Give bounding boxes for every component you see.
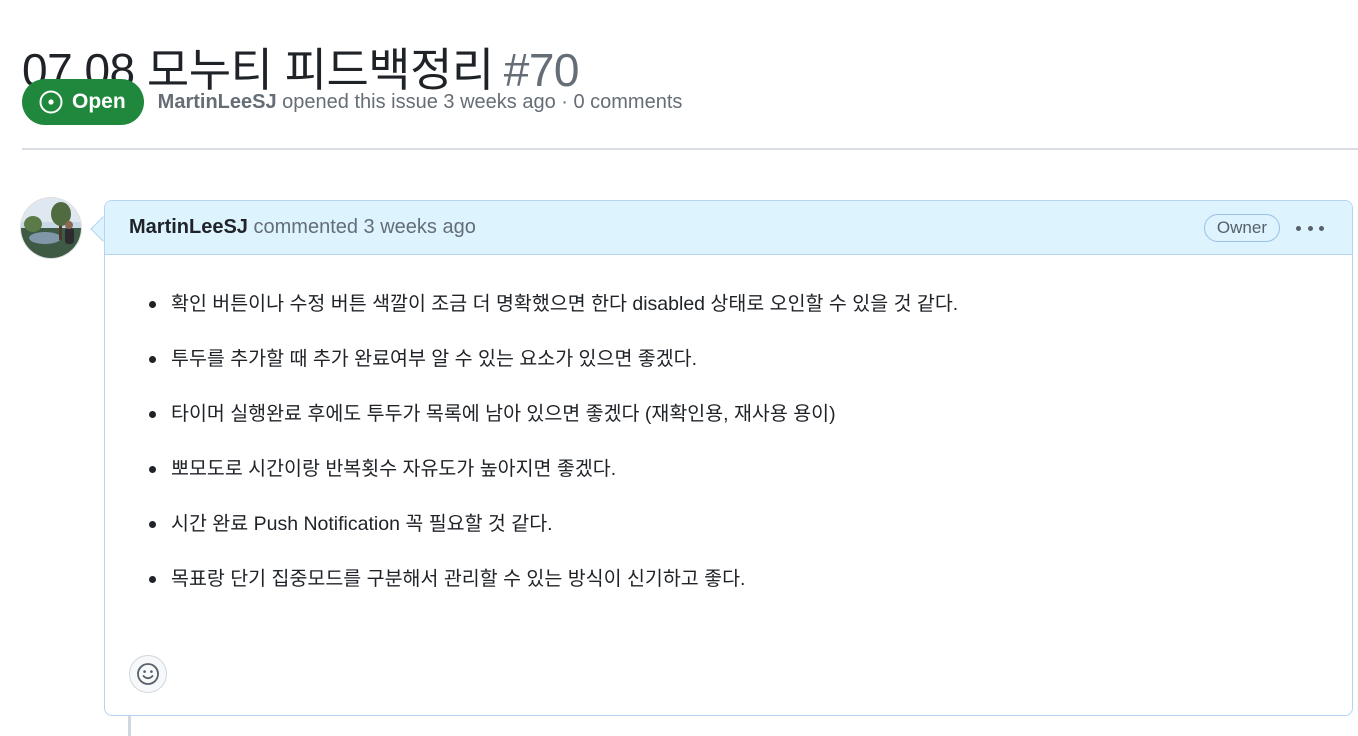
- feedback-list: 확인 버튼이나 수정 버튼 색깔이 조금 더 명확했으면 한다 disabled…: [149, 289, 1352, 594]
- list-item: 목표랑 단기 집중모드를 구분해서 관리할 수 있는 방식이 신기하고 좋다.: [149, 564, 1352, 594]
- list-item: 투두를 추가할 때 추가 완료여부 알 수 있는 요소가 있으면 좋겠다.: [149, 344, 1352, 374]
- issue-state-label: Open: [72, 90, 126, 113]
- avatar[interactable]: [21, 198, 81, 258]
- comment-body: 확인 버튼이나 수정 버튼 색깔이 조금 더 명확했으면 한다 disabled…: [105, 255, 1352, 594]
- list-item: 시간 완료 Push Notification 꼭 필요할 것 같다.: [149, 509, 1352, 539]
- comment-author-link[interactable]: MartinLeeSJ: [129, 216, 248, 238]
- timeline-line: [128, 716, 131, 736]
- list-item: 뽀모도로 시간이랑 반복횟수 자유도가 높아지면 좋겠다.: [149, 454, 1352, 484]
- comment-box: MartinLeeSJ commented 3 weeks ago Owner …: [104, 200, 1353, 716]
- issue-meta-text: MartinLeeSJ opened this issue 3 weeks ag…: [158, 91, 683, 114]
- kebab-horizontal-icon[interactable]: [1296, 217, 1324, 239]
- avatar-image: [21, 198, 81, 258]
- issue-author-link[interactable]: MartinLeeSJ: [158, 91, 277, 113]
- issue-meta: Open MartinLeeSJ opened this issue 3 wee…: [22, 78, 682, 126]
- list-item: 확인 버튼이나 수정 버튼 색깔이 조금 더 명확했으면 한다 disabled…: [149, 289, 1352, 319]
- comment-header: MartinLeeSJ commented 3 weeks ago Owner: [105, 201, 1352, 255]
- issue-opened-icon: [39, 90, 63, 114]
- smiley-icon: [137, 663, 159, 685]
- issue-state-badge: Open: [22, 79, 144, 125]
- list-item: 타이머 실행완료 후에도 투두가 목록에 남아 있으면 좋겠다 (재확인용, 재…: [149, 399, 1352, 429]
- kebab-dot: [1307, 225, 1313, 231]
- header-divider: [22, 148, 1358, 150]
- kebab-dot: [1296, 225, 1301, 231]
- owner-badge: Owner: [1203, 214, 1280, 242]
- issue-meta-detail: opened this issue 3 weeks ago · 0 commen…: [282, 90, 683, 113]
- kebab-dot: [1319, 225, 1324, 231]
- add-reaction-button[interactable]: [129, 655, 167, 693]
- comment-meta: MartinLeeSJ commented 3 weeks ago: [129, 216, 476, 239]
- comment-time[interactable]: commented 3 weeks ago: [254, 216, 476, 238]
